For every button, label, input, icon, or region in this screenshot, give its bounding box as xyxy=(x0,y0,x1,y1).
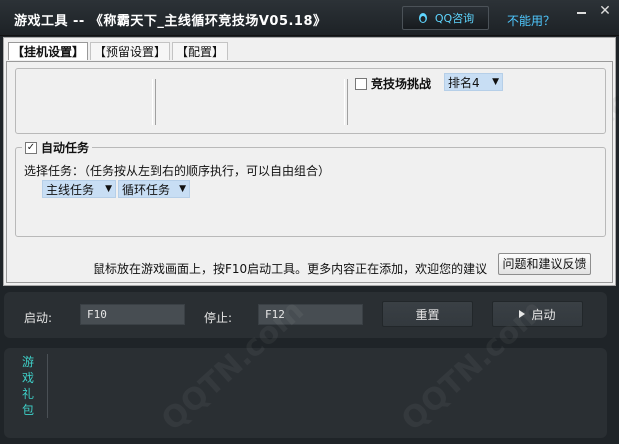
chevron-down-icon: ▼ xyxy=(492,77,499,87)
chevron-down-icon: ▼ xyxy=(105,184,112,194)
tab-strip: 【挂机设置】 【预留设置】 【配置】 xyxy=(8,42,230,62)
stop-hotkey-field[interactable]: F12 xyxy=(258,304,363,325)
task-select-label: 选择任务：（任务按从左到右的顺序执行，可以自由组合） xyxy=(24,164,331,178)
gift-divider xyxy=(47,354,48,418)
rank-dropdown[interactable]: 排名4 ▼ xyxy=(444,73,503,91)
reset-button-label: 重置 xyxy=(415,307,440,322)
rank-dropdown-value: 排名4 xyxy=(448,75,480,90)
title-bar: 游戏工具 -- 《称霸天下_主线循环竞技场V05.18》 QQ咨询 不能用？ ✕ xyxy=(0,0,619,36)
start-hotkey-field[interactable]: F10 xyxy=(80,304,185,325)
qq-consult-label: QQ咨询 xyxy=(434,12,475,25)
splitter xyxy=(344,79,348,125)
task1-dropdown-value: 主线任务 xyxy=(46,182,95,197)
arena-group: 竞技场挑战 排名4 ▼ xyxy=(15,68,606,134)
start-hotkey-label: 启动: xyxy=(24,311,53,325)
reset-button[interactable]: 重置 xyxy=(382,301,473,327)
tab-idle-settings[interactable]: 【挂机设置】 xyxy=(8,42,89,60)
chevron-down-icon: ▼ xyxy=(179,184,186,194)
start-button[interactable]: 启动 xyxy=(492,301,583,327)
task2-dropdown-value: 循环任务 xyxy=(122,182,171,197)
feedback-button[interactable]: 问题和建议反馈 xyxy=(498,253,591,275)
arena-checkbox[interactable] xyxy=(355,77,367,90)
stop-hotkey-label: 停止: xyxy=(204,311,233,325)
instruction-text: 鼠标放在游戏画面上，按F10启动工具。更多内容正在添加，欢迎您的建议 xyxy=(93,262,488,276)
start-button-label: 启动 xyxy=(531,307,556,322)
minimize-button[interactable] xyxy=(572,2,590,20)
arena-checkbox-label: 竞技场挑战 xyxy=(371,77,432,91)
tab-content: 竞技场挑战 排名4 ▼ ✓ 自动任务 选择任务：（任务按从左到右的顺序执行，可以… xyxy=(6,61,613,283)
close-icon: ✕ xyxy=(599,3,611,19)
task2-dropdown[interactable]: 循环任务 ▼ xyxy=(118,180,190,198)
play-icon xyxy=(519,310,526,318)
qq-consult-button[interactable]: QQ咨询 xyxy=(402,6,489,30)
splitter xyxy=(152,79,156,125)
hotkey-bar: 启动: F10 停止: F12 重置 启动 xyxy=(4,292,607,338)
help-link[interactable]: 不能用？ xyxy=(507,12,555,29)
qq-penguin-icon xyxy=(418,13,427,23)
tab-reserved-settings[interactable]: 【预留设置】 xyxy=(90,42,171,60)
window-title: 游戏工具 -- 《称霸天下_主线循环竞技场V05.18》 xyxy=(14,14,327,29)
auto-task-group: ✓ 自动任务 选择任务：（任务按从左到右的顺序执行，可以自由组合） 主线任务 ▼… xyxy=(15,139,606,237)
arena-checkbox-row[interactable]: 竞技场挑战 xyxy=(355,75,431,92)
auto-task-checkbox-label: 自动任务 xyxy=(41,141,90,155)
gift-tab[interactable]: 游戏礼包 xyxy=(22,354,36,418)
tab-config[interactable]: 【配置】 xyxy=(172,42,229,60)
close-button[interactable]: ✕ xyxy=(596,2,614,20)
auto-task-checkbox[interactable]: ✓ xyxy=(25,141,37,154)
task1-dropdown[interactable]: 主线任务 ▼ xyxy=(42,180,116,198)
main-panel: QQTN.com QQTN.com QQTN.com QQTN.com 【挂机设… xyxy=(3,37,619,286)
gift-panel: QQTN.com QQTN.com 游戏礼包 xyxy=(4,293,607,438)
auto-task-checkbox-row[interactable]: ✓ 自动任务 xyxy=(22,139,93,156)
